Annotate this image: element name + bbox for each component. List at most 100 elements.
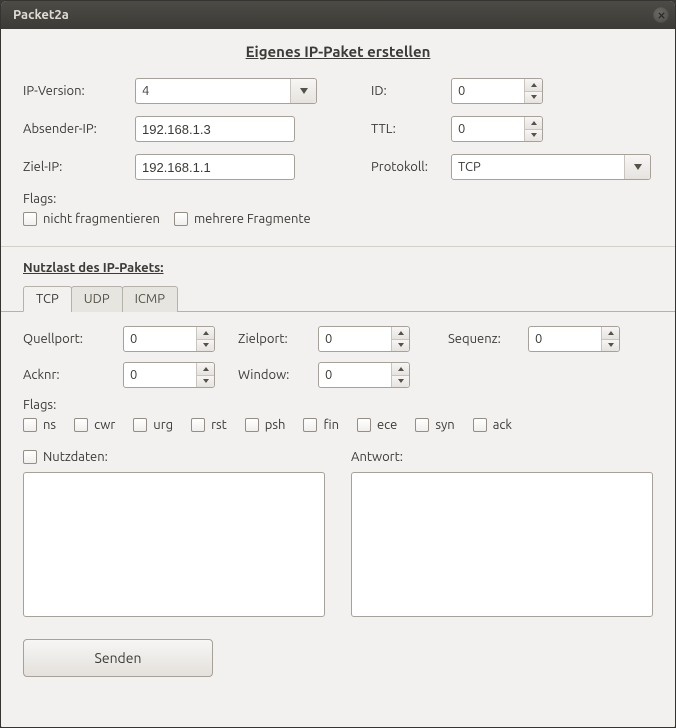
checkbox-fin[interactable]: fin: [303, 418, 339, 432]
acknr-value: 0: [130, 368, 196, 382]
ip-version-label: IP-Version:: [23, 84, 135, 98]
checkbox-label: nicht fragmentieren: [43, 212, 160, 226]
chevron-up-icon[interactable]: [525, 79, 542, 92]
chevron-down-icon[interactable]: [392, 376, 409, 388]
checkbox-label: ns: [43, 418, 56, 432]
row-dest-proto: Ziel-IP: Protokoll: TCP: [23, 154, 653, 180]
seq-label: Sequenz:: [448, 332, 528, 346]
checkbox-ece[interactable]: ece: [357, 418, 397, 432]
row-tcp-1: Quellport: 0 Zielport: 0: [23, 326, 653, 352]
checkbox-cwr[interactable]: cwr: [74, 418, 115, 432]
tab-udp[interactable]: UDP: [71, 286, 123, 312]
ttl-spinner[interactable]: 0: [451, 116, 543, 142]
checkbox-icon: [23, 418, 37, 432]
dstport-label: Zielport:: [238, 332, 318, 346]
checkbox-icon: [133, 418, 147, 432]
srcport-spinner[interactable]: 0: [123, 326, 215, 352]
ip-flags-section: Flags: nicht fragmentieren mehrere Fragm…: [23, 192, 653, 226]
checkbox-label: psh: [265, 418, 286, 432]
sender-ip-label: Absender-IP:: [23, 122, 135, 136]
checkbox-ack[interactable]: ack: [473, 418, 512, 432]
id-spinner[interactable]: 0: [451, 78, 543, 104]
ttl-label: TTL:: [371, 122, 451, 136]
send-button-label: Senden: [95, 650, 142, 666]
row-ipversion-id: IP-Version: 4 ID: 0: [23, 78, 653, 104]
ip-version-select[interactable]: 4: [135, 78, 317, 104]
titlebar[interactable]: Packet2a: [1, 1, 675, 29]
row-sender-ttl: Absender-IP: TTL: 0: [23, 116, 653, 142]
id-label: ID:: [371, 84, 451, 98]
chevron-down-icon[interactable]: [602, 340, 619, 352]
content: Eigenes IP-Paket erstellen IP-Version: 4…: [1, 29, 675, 693]
window-label: Window:: [238, 368, 318, 382]
chevron-up-icon[interactable]: [525, 117, 542, 130]
checkbox-icon: [415, 418, 429, 432]
seq-value: 0: [535, 332, 601, 346]
protocol-select[interactable]: TCP: [451, 154, 651, 180]
checkbox-icon: [191, 418, 205, 432]
dstport-value: 0: [325, 332, 391, 346]
protocol-label: Protokoll:: [371, 160, 451, 174]
checkbox-label: ack: [493, 418, 512, 432]
acknr-spinner[interactable]: 0: [123, 362, 215, 388]
seq-spinner[interactable]: 0: [528, 326, 620, 352]
chevron-up-icon[interactable]: [602, 327, 619, 340]
checkbox-nofragment[interactable]: nicht fragmentieren: [23, 212, 160, 226]
checkbox-icon: [303, 418, 317, 432]
chevron-down-icon: [290, 79, 316, 103]
dest-ip-label: Ziel-IP:: [23, 160, 135, 174]
dest-ip-input[interactable]: [135, 154, 295, 180]
ttl-value: 0: [458, 122, 524, 136]
chevron-down-icon[interactable]: [392, 340, 409, 352]
sender-ip-input[interactable]: [135, 116, 295, 142]
dstport-spinner[interactable]: 0: [318, 326, 410, 352]
chevron-down-icon[interactable]: [525, 92, 542, 104]
tab-panel-tcp: Quellport: 0 Zielport: 0: [23, 312, 653, 677]
checkbox-label: syn: [435, 418, 454, 432]
payload-area: Nutzdaten: Antwort:: [23, 446, 653, 617]
srcport-label: Quellport:: [23, 332, 123, 346]
tab-icmp[interactable]: ICMP: [122, 286, 178, 312]
srcport-value: 0: [130, 332, 196, 346]
tab-tcp[interactable]: TCP: [23, 286, 72, 312]
app-window: Packet2a Eigenes IP-Paket erstellen IP-V…: [0, 0, 676, 728]
checkbox-icon: [245, 418, 259, 432]
protocol-value: TCP: [458, 160, 481, 174]
ip-version-value: 4: [142, 84, 149, 98]
checkbox-syn[interactable]: syn: [415, 418, 454, 432]
checkbox-label: cwr: [94, 418, 115, 432]
checkbox-icon: [74, 418, 88, 432]
window-spinner[interactable]: 0: [318, 362, 410, 388]
acknr-label: Acknr:: [23, 368, 123, 382]
tcp-flags-label: Flags:: [23, 398, 653, 412]
chevron-up-icon[interactable]: [392, 327, 409, 340]
response-textarea[interactable]: [351, 472, 653, 617]
chevron-down-icon[interactable]: [197, 340, 214, 352]
checkbox-ns[interactable]: ns: [23, 418, 56, 432]
checkbox-label: fin: [323, 418, 339, 432]
checkbox-psh[interactable]: psh: [245, 418, 286, 432]
chevron-down-icon[interactable]: [525, 130, 542, 142]
ip-flags-label: Flags:: [23, 192, 653, 206]
payload-heading: Nutzlast des IP-Pakets:: [23, 261, 653, 275]
page-heading: Eigenes IP-Paket erstellen: [23, 43, 653, 60]
checkbox-label: rst: [211, 418, 227, 432]
divider: [1, 246, 675, 247]
checkbox-icon: [174, 212, 188, 226]
checkbox-icon: [23, 450, 37, 464]
chevron-down-icon[interactable]: [197, 376, 214, 388]
chevron-up-icon[interactable]: [197, 327, 214, 340]
chevron-up-icon[interactable]: [392, 363, 409, 376]
chevron-up-icon[interactable]: [197, 363, 214, 376]
payload-label: Nutzdaten:: [43, 450, 108, 464]
checkbox-icon: [473, 418, 487, 432]
checkbox-urg[interactable]: urg: [133, 418, 173, 432]
send-button[interactable]: Senden: [23, 639, 213, 677]
close-icon[interactable]: [653, 7, 669, 23]
checkbox-morefragments[interactable]: mehrere Fragmente: [174, 212, 311, 226]
checkbox-payload[interactable]: Nutzdaten:: [23, 450, 108, 464]
checkbox-label: ece: [377, 418, 397, 432]
payload-textarea[interactable]: [23, 472, 325, 617]
checkbox-rst[interactable]: rst: [191, 418, 227, 432]
id-value: 0: [458, 84, 524, 98]
